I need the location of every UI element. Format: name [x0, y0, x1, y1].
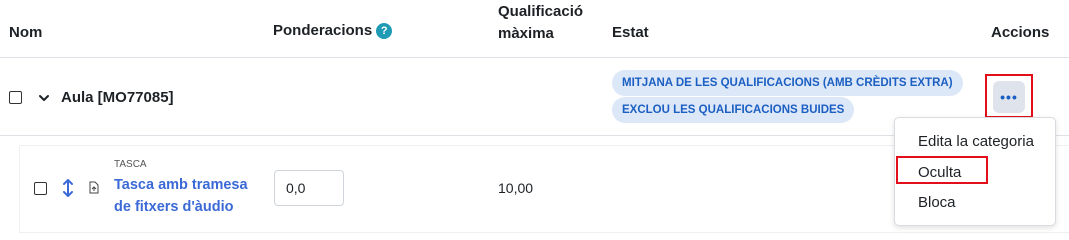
- item-select-checkbox[interactable]: [34, 182, 47, 195]
- status-badge-exclude-empty: EXCLOU LES QUALIFICACIONS BUIDES: [612, 97, 855, 123]
- column-header-status: Estat: [612, 24, 649, 41]
- chevron-down-icon[interactable]: [37, 91, 51, 105]
- category-name: Aula [MO77085]: [61, 89, 174, 106]
- help-icon[interactable]: ?: [376, 23, 393, 40]
- column-header-actions: Accions: [991, 24, 1050, 41]
- item-name-link-line2[interactable]: de fitxers d'àudio: [114, 197, 264, 218]
- status-badge-aggregation: MITJANA DE LES QUALIFICACIONS (AMB CRÈDI…: [612, 70, 963, 96]
- actions-dropdown-menu: Edita la categoria Oculta Bloca: [894, 117, 1056, 226]
- more-options-icon: •••: [1000, 89, 1018, 105]
- category-actions-button[interactable]: •••: [993, 81, 1025, 113]
- move-icon[interactable]: [62, 178, 74, 198]
- max-grade-value: 10,00: [498, 180, 534, 196]
- column-header-name[interactable]: Nom: [9, 24, 42, 41]
- column-header-max-grade-line2: màxima: [498, 25, 554, 42]
- table-header: Nom Ponderacions? Qualificació màxima Es…: [0, 0, 1069, 58]
- menu-item-lock[interactable]: Bloca: [918, 194, 956, 211]
- weight-input[interactable]: [274, 170, 344, 206]
- column-header-weights-label: Ponderacions: [273, 22, 373, 39]
- item-name-link-line1[interactable]: Tasca amb tramesa: [114, 175, 264, 196]
- assignment-icon: [89, 181, 99, 194]
- menu-item-hide[interactable]: Oculta: [918, 164, 961, 181]
- item-type-label: TASCA: [114, 159, 147, 170]
- column-header-weights: Ponderacions?: [273, 22, 393, 40]
- menu-item-edit-category[interactable]: Edita la categoria: [918, 133, 1034, 150]
- column-header-max-grade-line1: Qualificació: [498, 3, 584, 20]
- category-select-checkbox[interactable]: [9, 91, 22, 104]
